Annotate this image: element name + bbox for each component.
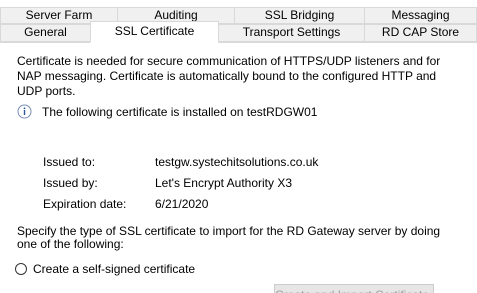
issued-by-label: Issued by: <box>43 176 98 190</box>
expiration-date-label: Expiration date: <box>43 197 127 211</box>
tab-general[interactable]: General <box>0 24 91 42</box>
info-icon <box>17 104 32 119</box>
self-signed-radio-label[interactable]: Create a self-signed certificate <box>33 261 195 277</box>
issued-to-value: testgw.systechitsolutions.co.uk <box>155 155 319 169</box>
tab-strip-divider <box>0 42 477 43</box>
tab-ssl-bridging[interactable]: SSL Bridging <box>234 7 365 24</box>
installed-certificate-text: The following certificate is installed o… <box>42 105 318 119</box>
tab-content-ssl-certificate: Certificate is needed for secure communi… <box>0 43 477 293</box>
tab-ssl-certificate[interactable]: SSL Certificate <box>90 21 219 43</box>
create-import-certificate-button[interactable]: Create and Import Certificate... <box>274 284 434 293</box>
installed-certificate-notice: The following certificate is installed o… <box>17 104 457 120</box>
ssl-certificate-dialog: Server Farm Auditing SSL Bridging Messag… <box>0 0 477 293</box>
issued-to-label: Issued to: <box>43 155 96 169</box>
self-signed-radio[interactable] <box>15 263 27 275</box>
tab-rd-cap-store[interactable]: RD CAP Store <box>364 24 477 42</box>
import-instruction: Specify the type of SSL certificate to i… <box>17 224 441 251</box>
certificate-description: Certificate is needed for secure communi… <box>17 54 441 98</box>
tab-messaging[interactable]: Messaging <box>364 7 477 24</box>
issued-by-value: Let's Encrypt Authority X3 <box>155 176 293 190</box>
expiration-date-value: 6/21/2020 <box>155 197 209 211</box>
tab-transport-settings[interactable]: Transport Settings <box>218 24 365 42</box>
